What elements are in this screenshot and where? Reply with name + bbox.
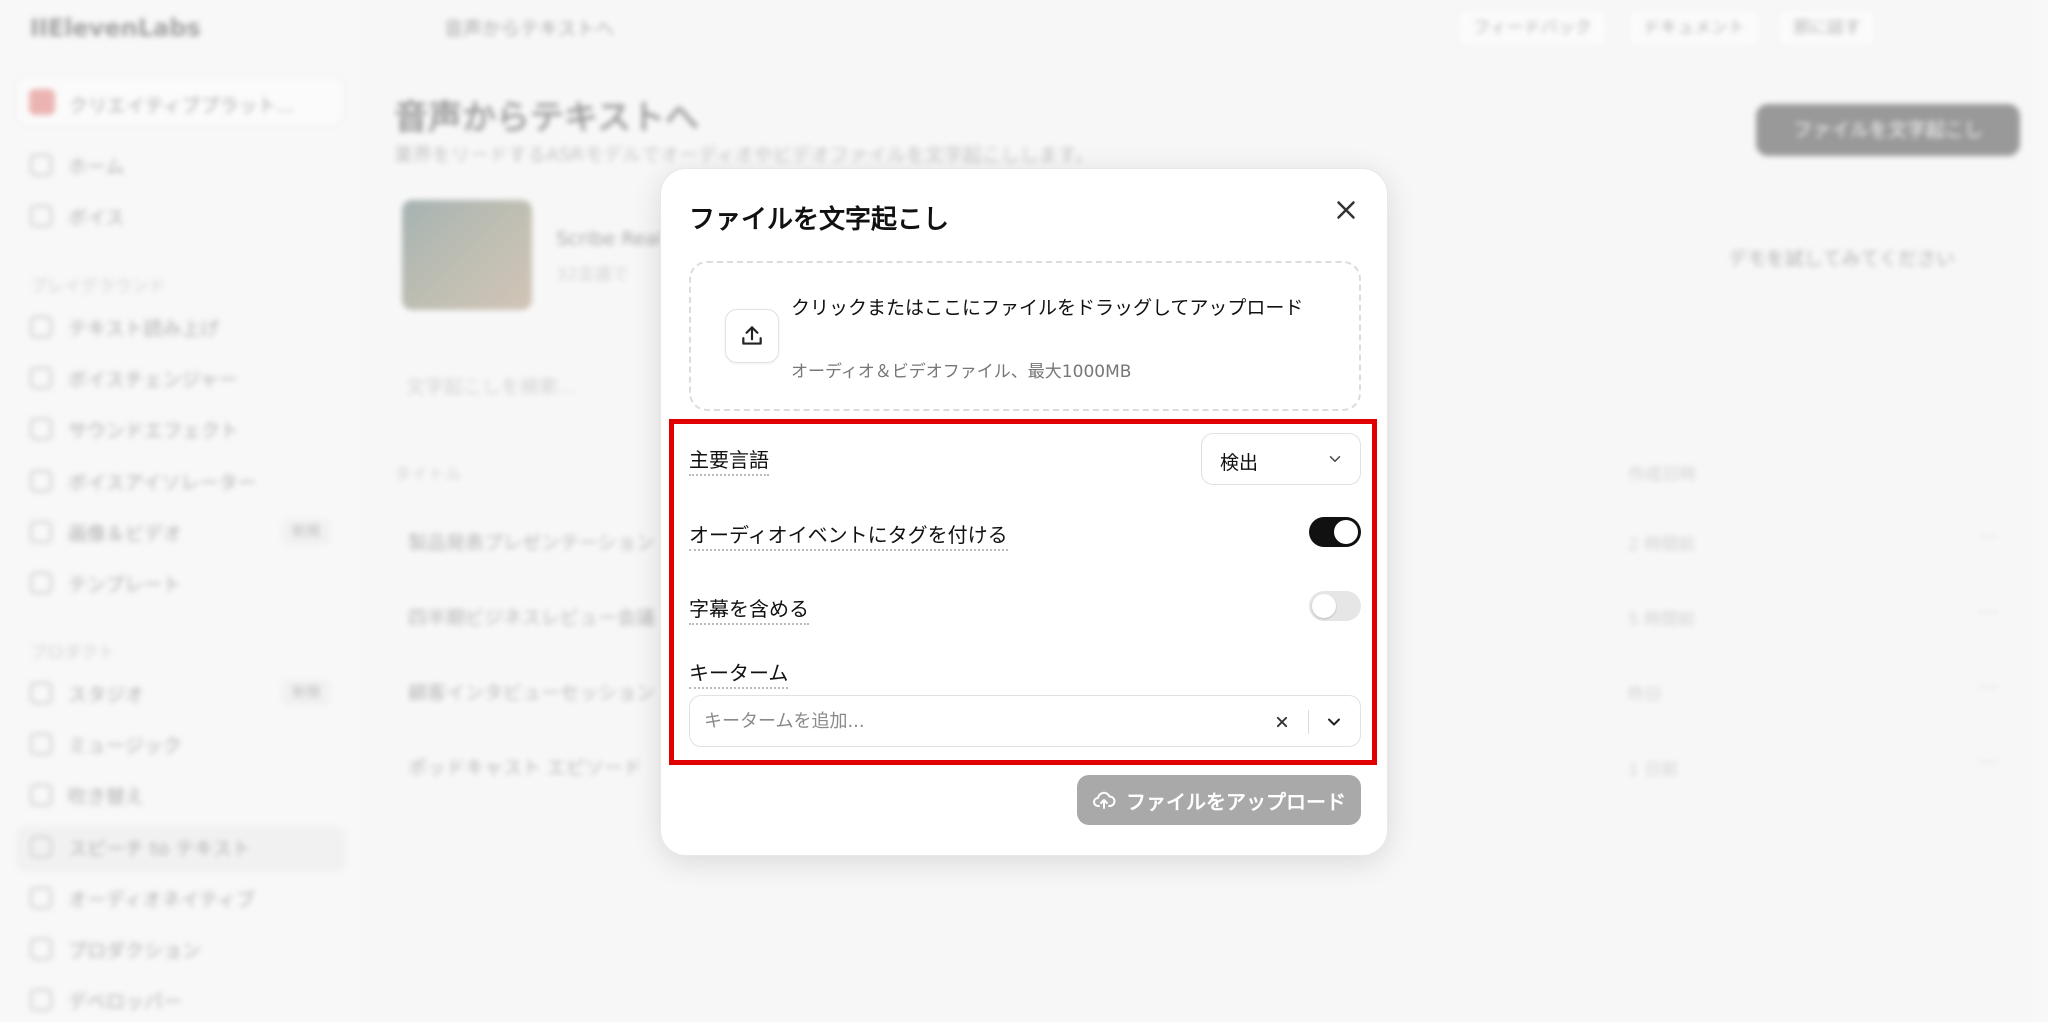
tag-audio-events-label: オーディオイベントにタグを付ける (689, 519, 1008, 551)
close-icon (1337, 201, 1355, 219)
upload-icon (725, 309, 779, 363)
file-dropzone[interactable]: クリックまたはここにファイルをドラッグしてアップロード オーディオ＆ビデオファイ… (689, 261, 1361, 411)
dropzone-subtitle: オーディオ＆ビデオファイル、最大1000MB (791, 362, 1132, 382)
clear-icon[interactable] (1272, 712, 1292, 732)
chevron-down-icon[interactable] (1324, 712, 1344, 732)
primary-language-label: 主要言語 (689, 444, 769, 476)
keyterms-input[interactable] (704, 706, 1244, 736)
language-select-value: 検出 (1220, 452, 1259, 474)
toggle-knob (1312, 594, 1336, 618)
divider (1308, 710, 1309, 734)
include-subtitles-label: 字幕を含める (689, 593, 809, 625)
upload-file-button[interactable]: ファイルをアップロード (1077, 775, 1361, 825)
include-subtitles-toggle[interactable] (1309, 591, 1361, 621)
dropzone-title: クリックまたはここにファイルをドラッグしてアップロード (791, 297, 1304, 319)
toggle-knob (1334, 520, 1358, 544)
transcribe-file-dialog: ファイルを文字起こし クリックまたはここにファイルをドラッグしてアップロード オ… (660, 168, 1388, 856)
keyterms-label: キーターム (689, 657, 789, 689)
language-select[interactable]: 検出 (1201, 433, 1361, 485)
dialog-title: ファイルを文字起こし (689, 205, 950, 235)
chevron-down-icon (1329, 456, 1341, 462)
upload-file-button-label: ファイルをアップロード (1126, 789, 1346, 814)
keyterms-field[interactable] (689, 695, 1361, 747)
tag-audio-events-toggle[interactable] (1309, 517, 1361, 547)
cloud-upload-icon (1093, 791, 1116, 809)
close-button[interactable] (1331, 195, 1361, 225)
